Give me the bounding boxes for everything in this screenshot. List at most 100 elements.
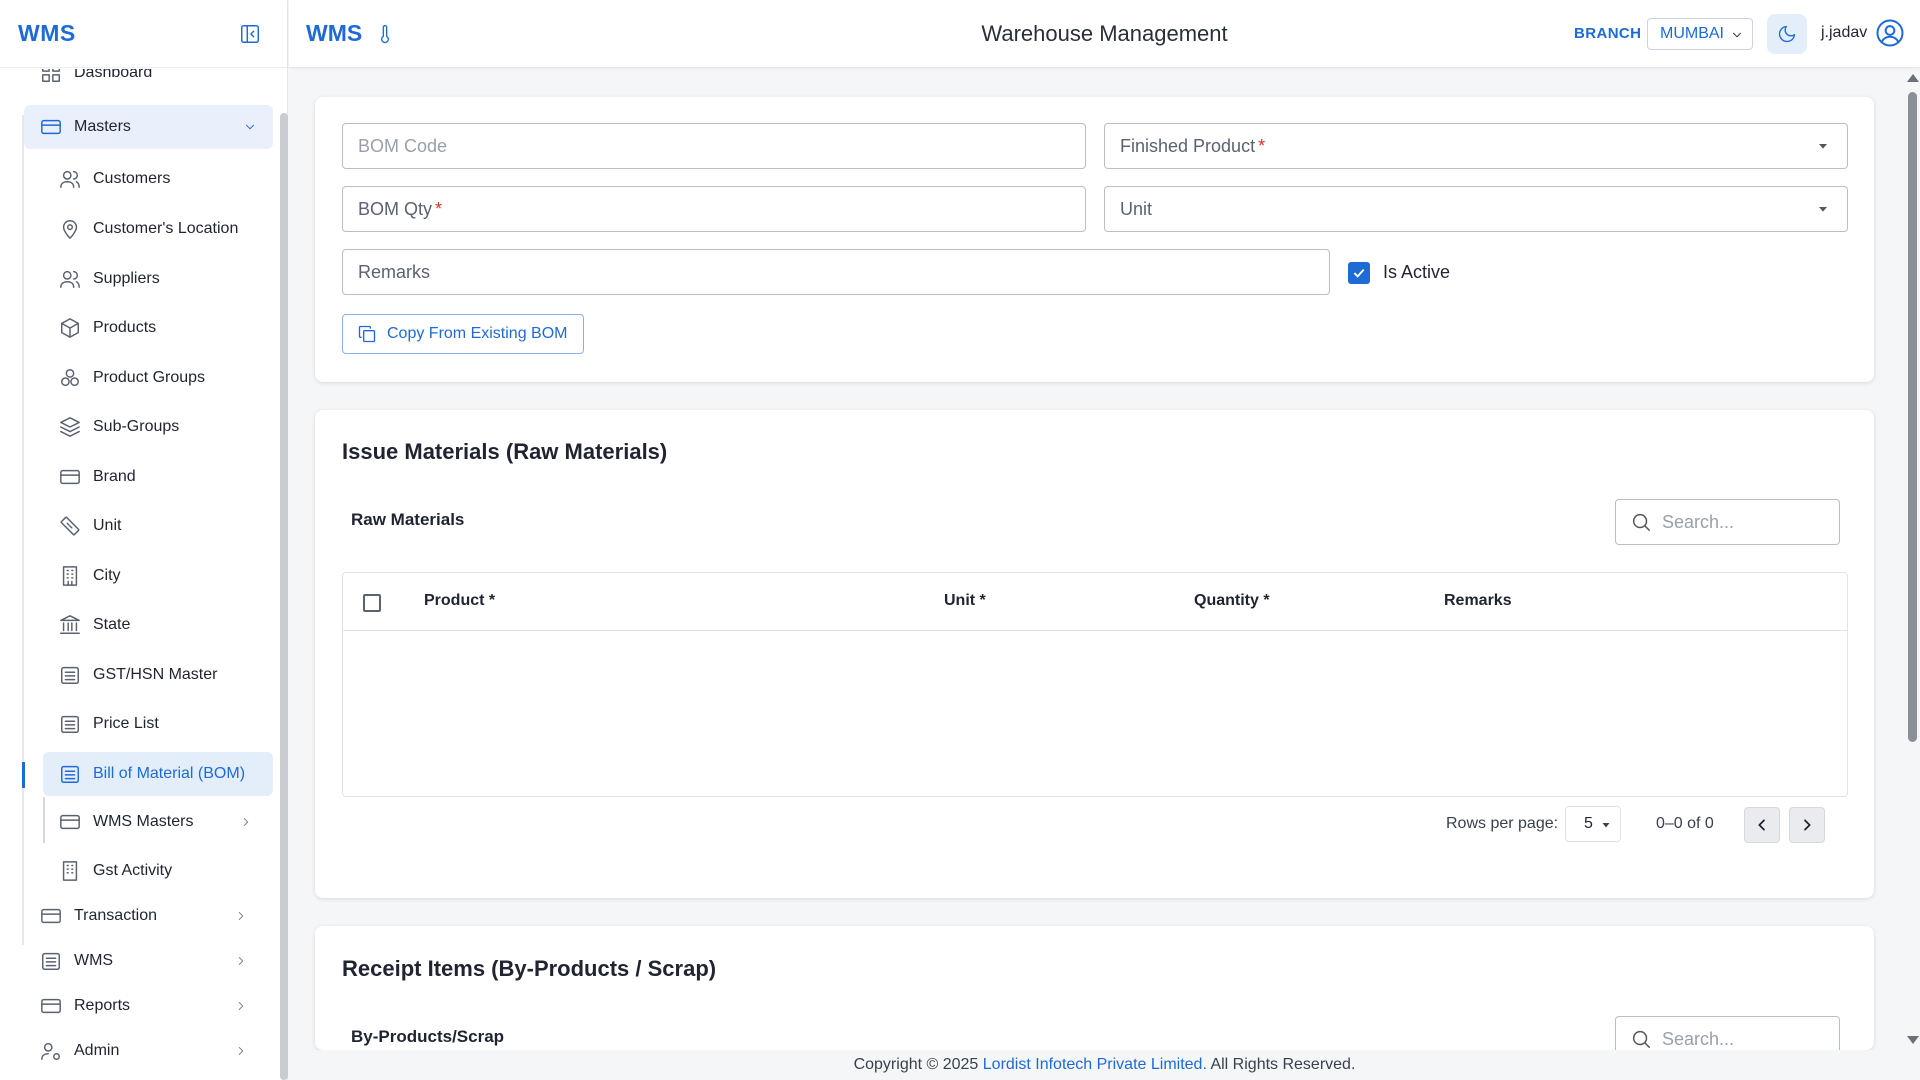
sidebar-item-label: Bill of Material (BOM): [93, 765, 246, 782]
sidebar-item-customers[interactable]: Customers: [59, 159, 269, 199]
building-icon: [59, 860, 81, 882]
database-icon: [59, 713, 81, 735]
chevron-right-icon: [234, 999, 248, 1013]
required-mark: *: [1258, 135, 1266, 156]
column-header-remarks[interactable]: Remarks: [1444, 592, 1512, 610]
column-header-product[interactable]: Product *: [424, 592, 495, 610]
receipt-items-card: Receipt Items (By-Products / Scrap) By-P…: [315, 926, 1874, 1062]
bom-qty-label: BOM Qty: [358, 198, 433, 219]
copy-from-existing-bom-button[interactable]: Copy From Existing BOM: [342, 314, 585, 354]
is-active-label: Is Active: [1383, 262, 1451, 282]
bank-icon: [59, 614, 81, 636]
sidebar-item-label: Transaction: [74, 907, 157, 924]
branch-value: MUMBAI: [1660, 25, 1724, 42]
sidebar-item-brand[interactable]: Brand: [59, 457, 269, 497]
raw-materials-search[interactable]: Search...: [1615, 499, 1840, 545]
chevron-right-icon: [239, 815, 253, 829]
dropdown-arrow-icon: [1815, 138, 1831, 154]
unit-select[interactable]: Unit: [1104, 186, 1848, 232]
sidebar-item-label: Suppliers: [93, 270, 160, 287]
sidebar-item-label: Admin: [74, 1042, 120, 1059]
footer: Copyright © 2025 Lordist Infotech Privat…: [289, 1050, 1920, 1080]
by-products-subtitle: By-Products/Scrap: [351, 1027, 505, 1046]
required-mark: *: [435, 198, 443, 219]
sidebar-item-label: Products: [93, 319, 157, 336]
chevron-right-icon: [234, 1044, 248, 1058]
sidebar-item-product-groups[interactable]: Product Groups: [59, 358, 269, 398]
column-header-unit[interactable]: Unit *: [944, 592, 986, 610]
dropdown-arrow-icon: [1600, 819, 1612, 831]
sidebar-item-suppliers[interactable]: Suppliers: [59, 259, 269, 299]
sidebar-item-price-list[interactable]: Price List: [59, 704, 269, 744]
scroll-up-arrow-icon[interactable]: [1907, 74, 1919, 82]
sidebar-scrollbar[interactable]: [280, 113, 288, 1080]
sidebar-item-masters[interactable]: Masters: [24, 105, 273, 149]
company-link[interactable]: Lordist Infotech Private Limited.: [983, 1056, 1207, 1073]
sidebar-item-unit[interactable]: Unit: [59, 506, 269, 546]
chevron-right-icon: [234, 954, 248, 968]
sidebar-item-bom[interactable]: Bill of Material (BOM): [43, 752, 273, 796]
sidebar-item-dashboard[interactable]: Dashboard: [40, 69, 264, 93]
database-icon: [59, 763, 81, 785]
previous-page-button[interactable]: [1744, 807, 1780, 843]
sidebar-item-admin[interactable]: Admin: [40, 1031, 264, 1071]
sidebar-item-customers-location[interactable]: Customer's Location: [59, 209, 269, 249]
sidebar-item-label: Brand: [93, 468, 136, 485]
sidebar-item-city[interactable]: City: [59, 556, 269, 596]
sidebar-item-gst-activity[interactable]: Gst Activity: [59, 851, 269, 891]
page-scrollbar[interactable]: [1904, 68, 1920, 1050]
sidebar-logo: WMS: [18, 20, 76, 46]
chevron-down-icon: [1730, 28, 1744, 42]
receipt-items-title: Receipt Items (By-Products / Scrap): [342, 956, 717, 981]
sidebar-item-label: WMS: [74, 952, 114, 969]
sidebar-guide-line: [22, 115, 24, 945]
remarks-input[interactable]: Remarks: [342, 249, 1330, 295]
card-icon: [40, 995, 62, 1017]
raw-materials-table: Product * Unit * Quantity * Remarks: [342, 572, 1848, 797]
chevron-down-icon: [243, 120, 257, 134]
rows-per-page-value: 5: [1584, 815, 1593, 832]
rows-per-page-select[interactable]: 5: [1565, 806, 1621, 842]
raw-materials-subtitle: Raw Materials: [351, 510, 465, 529]
sidebar-item-label: Gst Activity: [93, 862, 173, 879]
bom-qty-input[interactable]: BOM Qty *: [342, 186, 1086, 232]
sidebar-item-state[interactable]: State: [59, 605, 269, 645]
dark-mode-toggle-icon[interactable]: [1767, 14, 1807, 54]
sidebar-item-label: Sub-Groups: [93, 418, 180, 435]
next-page-button[interactable]: [1789, 807, 1825, 843]
table-header: Product * Unit * Quantity * Remarks: [343, 573, 1847, 631]
card-icon: [59, 466, 81, 488]
collapse-sidebar-icon[interactable]: [239, 23, 261, 45]
database-icon: [59, 664, 81, 686]
sidebar-item-gst-hsn[interactable]: GST/HSN Master: [59, 655, 269, 695]
user-settings-icon: [40, 1040, 62, 1062]
sidebar-item-sub-groups[interactable]: Sub-Groups: [59, 407, 269, 447]
building-icon: [59, 565, 81, 587]
finished-product-select[interactable]: Finished Product *: [1104, 123, 1848, 169]
sidebar-item-reports[interactable]: Reports: [40, 986, 264, 1026]
thermometer-icon: [375, 22, 395, 46]
select-all-checkbox[interactable]: [363, 594, 381, 612]
dropdown-arrow-icon: [1815, 201, 1831, 217]
copy-icon: [357, 324, 377, 344]
account-circle-icon[interactable]: [1875, 18, 1905, 48]
username[interactable]: j.jadav: [1821, 24, 1867, 42]
bom-code-input[interactable]: BOM Code: [342, 123, 1086, 169]
is-active-checkbox[interactable]: [1348, 262, 1370, 284]
sidebar-item-wms[interactable]: WMS: [40, 941, 264, 981]
column-header-quantity[interactable]: Quantity *: [1194, 592, 1270, 610]
card-icon: [59, 811, 81, 833]
ruler-icon: [59, 515, 81, 537]
issue-materials-card: Issue Materials (Raw Materials) Raw Mate…: [315, 410, 1874, 898]
search-placeholder: Search...: [1662, 1028, 1735, 1049]
sidebar-item-products[interactable]: Products: [59, 308, 269, 348]
scrollbar-thumb[interactable]: [1908, 92, 1917, 742]
sidebar-item-wms-masters[interactable]: WMS Masters: [59, 802, 269, 842]
dashboard-icon: [40, 69, 62, 84]
sidebar-item-transaction[interactable]: Transaction: [40, 896, 264, 936]
scroll-down-arrow-icon[interactable]: [1907, 1036, 1919, 1044]
branch-select[interactable]: MUMBAI: [1647, 18, 1753, 50]
top-header: WMS Warehouse Management BRANCH MUMBAI j…: [289, 0, 1920, 68]
footer-suffix: All Rights Reserved.: [1206, 1056, 1356, 1073]
users-icon: [59, 268, 81, 290]
